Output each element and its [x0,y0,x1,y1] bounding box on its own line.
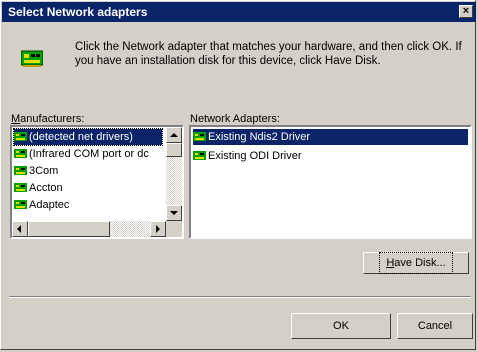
adapter-item-label: Existing ODI Driver [208,150,302,162]
have-disk-button[interactable]: Have Disk... [363,252,469,274]
network-card-icon [21,50,43,67]
manufacturer-item-label: Accton [29,182,63,194]
adapter-item[interactable]: Existing ODI Driver [193,148,302,164]
manufacturer-item[interactable]: (detected net drivers) [13,128,163,146]
manufacturer-item[interactable]: (Infrared COM port or dc [14,146,149,162]
up-arrow-icon [170,133,178,137]
vertical-scroll-thumb[interactable] [166,143,182,157]
have-disk-accel: H [386,257,395,269]
scroll-up-button[interactable] [166,127,182,143]
manufacturer-item[interactable]: 3Com [14,163,58,179]
have-disk-text: ave Disk... [394,257,446,269]
manufacturer-item[interactable]: Adaptec [14,197,69,213]
manufacturers-label-accel: M [11,113,21,125]
right-arrow-icon [156,225,160,233]
ok-button[interactable]: OK [291,313,391,339]
network-card-icon [14,183,27,192]
manufacturer-item-label: (detected net drivers) [29,131,133,143]
network-card-icon [14,132,27,141]
close-button[interactable]: × [459,5,473,18]
network-card-icon [14,200,27,209]
left-arrow-icon [17,225,21,233]
scrollbar-corner [166,221,182,237]
title-bar[interactable]: Select Network adapters × [2,2,476,22]
network-card-icon [14,166,27,175]
adapter-item-label: Existing Ndis2 Driver [208,131,311,143]
down-arrow-icon [170,211,178,215]
network-adapters-label: Network Adapters: [190,113,280,125]
manufacturer-item-label: 3Com [29,165,59,177]
manufacturers-list[interactable]: (detected net drivers) (Infrared COM por… [10,125,184,239]
manufacturer-item[interactable]: Accton [14,180,63,196]
manufacturers-label: Manufacturers: [11,113,84,125]
ok-label: OK [333,320,349,332]
cancel-label: Cancel [417,320,453,332]
have-disk-label: Have Disk... [379,252,453,274]
scroll-right-button[interactable] [150,221,166,237]
close-icon: × [462,5,470,17]
network-adapters-list[interactable]: Existing Ndis2 Driver Existing ODI Drive… [189,125,472,239]
select-network-adapters-dialog: Select Network adapters × Click the Netw… [0,0,476,350]
manufacturers-label-text: anufacturers: [20,113,85,125]
manufacturer-item-label: Adaptec [29,199,70,211]
scroll-down-button[interactable] [166,205,182,221]
adapter-item[interactable]: Existing Ndis2 Driver [193,129,468,145]
manufacturer-item-label: (Infrared COM port or dc [29,148,149,160]
cancel-button[interactable]: Cancel [397,313,473,339]
network-card-icon [14,149,27,158]
scroll-left-button[interactable] [12,221,28,237]
network-card-icon [193,132,206,141]
separator [9,296,471,298]
network-card-icon [193,151,206,160]
instructions-text: Click the Network adapter that matches y… [75,41,462,67]
dialog-title: Select Network adapters [8,5,148,19]
horizontal-scroll-thumb[interactable] [28,221,110,237]
